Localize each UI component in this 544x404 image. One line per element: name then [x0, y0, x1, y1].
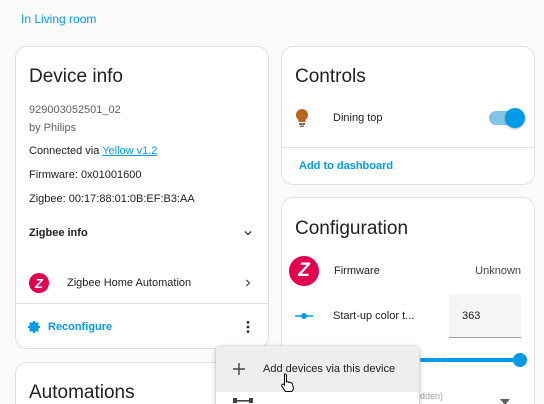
dropdown-hint: dden)	[420, 391, 444, 401]
device-card-footer: Reconfigure	[16, 303, 268, 348]
device-info-title: Device info	[29, 66, 123, 87]
lightbulb-icon	[295, 109, 309, 127]
chevron-right-icon	[246, 279, 251, 287]
device-info-card: Device info 929003052501_02 by Philips C…	[15, 46, 269, 349]
firmware-label: Firmware	[334, 265, 380, 277]
startup-color-slider[interactable]	[420, 353, 527, 367]
startup-color-label: Start-up color t...	[333, 310, 415, 322]
firmware-line: Firmware: 0x01001600	[29, 169, 142, 181]
zigbee-info-label: Zigbee info	[29, 227, 88, 239]
gear-icon	[28, 320, 40, 333]
firmware-row[interactable]: Z Firmware Unknown	[289, 256, 521, 286]
slider-icon	[295, 313, 313, 319]
plus-icon	[233, 363, 245, 375]
area-link[interactable]: In Living room	[21, 12, 96, 26]
integration-row[interactable]: Z Zigbee Home Automation	[16, 269, 268, 297]
mouse-pointer-icon	[281, 373, 294, 392]
zigbee-logo-icon: Z	[289, 256, 319, 286]
controls-title: Controls	[295, 66, 366, 87]
entity-row-dining-top[interactable]: Dining top	[295, 107, 525, 129]
configuration-title: Configuration	[295, 218, 409, 239]
connected-via-link[interactable]: Yellow v1.2	[102, 145, 157, 157]
slider-thumb[interactable]	[513, 353, 527, 367]
add-to-dashboard-button[interactable]: Add to dashboard	[282, 147, 534, 184]
entity-toggle[interactable]	[489, 108, 525, 128]
connected-via: Connected via Yellow v1.2	[29, 145, 157, 157]
zigbee-info-expander[interactable]: Zigbee info	[29, 223, 255, 243]
device-manufacturer: by Philips	[29, 122, 77, 134]
startup-color-input[interactable]: 363	[449, 294, 521, 338]
integration-name: Zigbee Home Automation	[67, 277, 192, 289]
zigbee-logo-icon: Z	[29, 273, 49, 293]
network-icon[interactable]	[233, 395, 253, 404]
dots-vertical-icon	[246, 320, 250, 333]
more-options-button[interactable]	[238, 317, 258, 337]
zigbee-line: Zigbee: 00:17:88:01:0B:EF:B3:AA	[29, 193, 195, 205]
entity-name: Dining top	[333, 112, 383, 124]
controls-card: Controls Dining top Add to dashboard	[281, 46, 535, 185]
reconfigure-button[interactable]: Reconfigure	[26, 319, 112, 335]
chevron-down-icon	[244, 231, 252, 236]
device-model: 929003052501_02	[29, 104, 121, 116]
dropdown-arrow-icon[interactable]	[500, 399, 510, 404]
firmware-value: Unknown	[475, 265, 521, 277]
reconfigure-label: Reconfigure	[48, 320, 113, 333]
menu-item-add-devices[interactable]: Add devices via this device	[216, 346, 419, 392]
connected-via-label: Connected via	[29, 145, 103, 157]
device-actions-menu: Add devices via this device	[216, 346, 419, 404]
startup-color-row: Start-up color t... 363	[295, 294, 521, 338]
automations-title: Automations	[29, 382, 135, 403]
